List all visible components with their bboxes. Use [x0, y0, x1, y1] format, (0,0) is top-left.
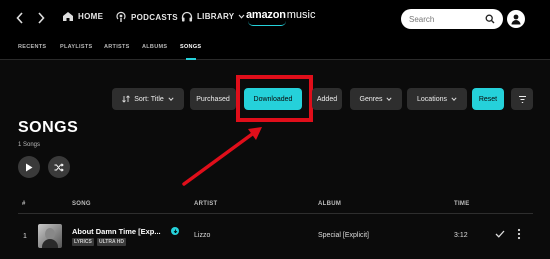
locations-label: Locations — [417, 95, 447, 103]
ultra-hd-badge: ULTRA HD — [97, 238, 126, 246]
play-button[interactable] — [18, 156, 40, 178]
song-time: 3:12 — [454, 232, 468, 239]
chevron-down-icon — [168, 97, 174, 101]
nav-library[interactable]: LIBRARY — [181, 11, 245, 22]
forward-button[interactable] — [34, 10, 48, 26]
back-button[interactable] — [13, 10, 27, 26]
nav-home[interactable]: HOME — [62, 11, 103, 22]
logo-brand: amazon — [246, 9, 286, 21]
logo-product: music — [286, 9, 316, 21]
shuffle-icon — [54, 162, 64, 172]
logo-smile-icon — [248, 21, 286, 26]
filter-icon — [518, 95, 526, 103]
purchased-filter[interactable]: Purchased — [190, 88, 236, 110]
tab-artists[interactable]: ARTISTS — [104, 44, 130, 50]
genres-label: Genres — [359, 95, 383, 103]
play-icon — [26, 163, 33, 171]
header-song: SONG — [72, 201, 91, 207]
locations-dropdown[interactable]: Locations — [407, 88, 467, 110]
added-filter[interactable]: Added — [312, 88, 342, 110]
song-album[interactable]: Special [Explicit] — [318, 232, 369, 239]
search-box[interactable] — [401, 9, 503, 29]
downloaded-icon — [171, 227, 179, 235]
podcast-icon — [116, 11, 126, 22]
tab-playlists[interactable]: PLAYLISTS — [60, 44, 92, 50]
library-tabs: RECENTS PLAYLISTS ARTISTS ALBUMS SONGS — [0, 38, 550, 60]
more-options-icon[interactable] — [517, 228, 521, 240]
sort-label: Sort: Title — [134, 95, 164, 103]
user-avatar[interactable] — [507, 10, 525, 28]
chevron-down-icon — [238, 14, 245, 19]
top-bar: HOME PODCASTS LIBRARY amazon music — [0, 0, 550, 38]
nav-library-label: LIBRARY — [197, 12, 235, 21]
user-icon — [511, 14, 521, 25]
header-time: TIME — [454, 201, 470, 207]
reset-button[interactable]: Reset — [472, 88, 504, 110]
song-artist[interactable]: Lizzo — [194, 232, 210, 239]
chevron-down-icon — [386, 97, 393, 101]
headphones-icon — [181, 11, 193, 22]
amazon-music-logo[interactable]: amazon music — [246, 9, 316, 26]
highlight-box — [236, 75, 313, 122]
tab-albums[interactable]: ALBUMS — [142, 44, 167, 50]
lyrics-badge: LYRICS — [72, 238, 94, 246]
added-label: Added — [316, 95, 338, 103]
sort-dropdown[interactable]: Sort: Title — [112, 88, 184, 110]
header-divider — [18, 213, 533, 214]
shuffle-button[interactable] — [48, 156, 70, 178]
genres-dropdown[interactable]: Genres — [350, 88, 402, 110]
sort-icon — [122, 95, 131, 103]
chevron-left-icon — [16, 12, 23, 24]
tab-recents[interactable]: RECENTS — [18, 44, 46, 50]
nav-podcasts[interactable]: PODCASTS — [115, 11, 178, 23]
reset-label: Reset — [478, 95, 498, 103]
check-icon[interactable] — [495, 230, 505, 238]
chevron-right-icon — [38, 12, 45, 24]
purchased-label: Purchased — [196, 95, 230, 103]
header-album: ALBUM — [318, 201, 342, 207]
filter-settings-button[interactable] — [511, 88, 533, 110]
nav-podcasts-label: PODCASTS — [131, 12, 178, 22]
page-title: SONGS — [18, 119, 79, 136]
home-icon — [63, 12, 73, 21]
nav-home-label: HOME — [78, 12, 104, 21]
search-icon — [485, 14, 495, 24]
song-title[interactable]: About Damn Time [Exp... — [72, 227, 161, 236]
album-art — [38, 224, 62, 248]
search-input[interactable] — [409, 14, 479, 24]
header-artist: ARTIST — [194, 201, 218, 207]
chevron-down-icon — [451, 97, 457, 101]
header-index: # — [22, 201, 26, 207]
song-count: 1 Songs — [18, 142, 41, 148]
row-index: 1 — [23, 233, 27, 240]
tab-songs[interactable]: SONGS — [180, 44, 201, 50]
